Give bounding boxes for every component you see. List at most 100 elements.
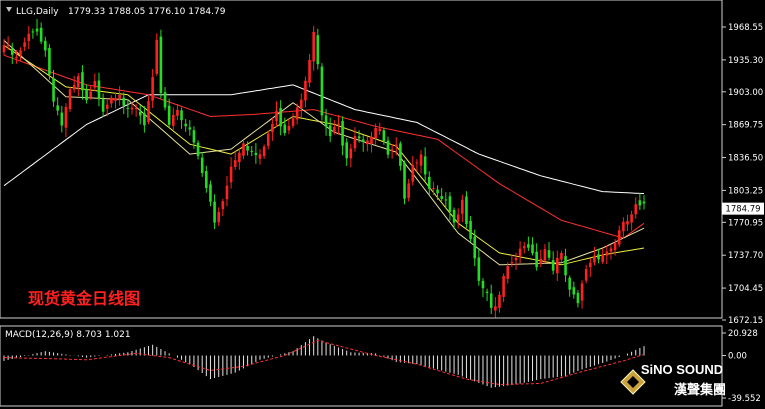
candle-body <box>415 162 419 164</box>
candle-body <box>118 94 121 99</box>
candle-body <box>89 91 93 98</box>
candle-body <box>403 162 406 199</box>
candle-body <box>171 114 175 126</box>
candle-body <box>584 269 588 281</box>
candle-body <box>93 80 97 88</box>
price-axis-tick-label: 1803.25 <box>728 186 763 196</box>
price-chart: LLG,Daily 1779.33 1788.05 1776.10 1784.7… <box>0 0 764 407</box>
chart-title: LLG,Daily <box>16 7 59 17</box>
candle-body <box>551 260 555 271</box>
candle-body <box>498 294 501 308</box>
candle-body <box>452 209 456 223</box>
candle-body <box>527 244 530 248</box>
candle-body <box>52 78 55 102</box>
candle-body <box>126 107 130 109</box>
candle-body <box>60 112 64 126</box>
candle-body <box>564 256 567 276</box>
candle-body <box>271 123 274 132</box>
candle-body <box>477 257 481 281</box>
candle-body <box>64 106 68 128</box>
candle-body <box>419 154 423 166</box>
chart-header: LLG,Daily 1779.33 1788.05 1776.10 1784.7… <box>6 7 226 17</box>
candle-body <box>85 89 88 101</box>
candle-body <box>217 212 221 223</box>
macd-axis-tick-label: 20.928 <box>728 329 758 339</box>
candle-body <box>514 257 518 261</box>
candle-body <box>361 139 365 143</box>
candle-body <box>423 156 427 175</box>
candle-body <box>110 97 113 104</box>
candle-body <box>580 283 584 301</box>
candle-body <box>258 154 262 159</box>
candle-body <box>597 254 600 260</box>
candle-body <box>225 185 229 200</box>
candle-body <box>622 221 625 232</box>
candle-body <box>10 48 14 55</box>
candle-body <box>456 214 460 222</box>
candle-body <box>366 140 369 145</box>
candle-body <box>605 251 609 256</box>
candle-body <box>473 236 477 259</box>
candle-body <box>630 214 633 223</box>
macd-axis: 20.928 0.00 -39.552 <box>722 329 761 404</box>
candle-body <box>638 200 642 206</box>
candle-body <box>324 115 328 127</box>
candle-body <box>196 142 200 156</box>
candle-body <box>589 262 592 268</box>
candle-body <box>572 287 576 295</box>
candle-body <box>560 253 563 260</box>
price-axis-tick-label: 1836.50 <box>728 154 763 164</box>
candle-body <box>601 254 605 262</box>
price-axis-tick-label: 1935.30 <box>728 56 763 66</box>
candle-body <box>68 89 72 110</box>
candle-body <box>494 306 497 311</box>
candle-body <box>485 291 489 293</box>
current-price-tag: 1784.79 <box>722 202 764 215</box>
candle-body <box>345 142 349 159</box>
candle-body <box>114 98 117 101</box>
candle-body <box>341 121 344 146</box>
candle-body <box>308 60 311 83</box>
candle-body <box>436 189 439 194</box>
candle-body <box>510 262 514 264</box>
candle-body <box>242 143 245 156</box>
candle-body <box>576 292 580 304</box>
candle-body <box>167 105 171 125</box>
candle-body <box>489 293 493 308</box>
candle-body <box>262 146 266 157</box>
candle-body <box>291 118 295 126</box>
candle-body <box>304 80 307 101</box>
candle-body <box>275 110 278 122</box>
candle-body <box>143 113 146 126</box>
candle-body <box>101 99 105 112</box>
candle-body <box>382 130 386 142</box>
candle-body <box>353 136 357 149</box>
candle-body <box>184 123 187 127</box>
chart-annotation: 现货黄金日线图 <box>28 289 140 308</box>
candle-body <box>593 255 596 263</box>
candle-body <box>229 166 233 183</box>
candle-body <box>386 140 390 155</box>
candle-body <box>568 277 571 290</box>
macd-axis-tick-label: -39.552 <box>728 394 761 404</box>
candle-body <box>448 196 452 212</box>
candle-body <box>444 199 448 201</box>
candle-body <box>151 77 154 101</box>
candle-body <box>481 280 485 289</box>
candle-body <box>539 258 543 264</box>
candle-body <box>39 27 43 42</box>
candle-body <box>333 126 336 133</box>
candle-body <box>502 276 505 297</box>
macd-label: MACD(12,26,9) 8.703 1.021 <box>5 330 131 340</box>
candle-body <box>23 42 26 47</box>
candle-body <box>35 28 39 32</box>
logo-main-text: SiNO SOUND <box>641 362 723 377</box>
candle-body <box>233 160 237 167</box>
candle-body <box>147 101 150 122</box>
candle-body <box>543 249 547 261</box>
candle-body <box>77 76 80 88</box>
candle-body <box>122 97 126 106</box>
candle-body <box>130 107 134 110</box>
candle-body <box>378 128 382 132</box>
candle-body <box>6 44 10 46</box>
